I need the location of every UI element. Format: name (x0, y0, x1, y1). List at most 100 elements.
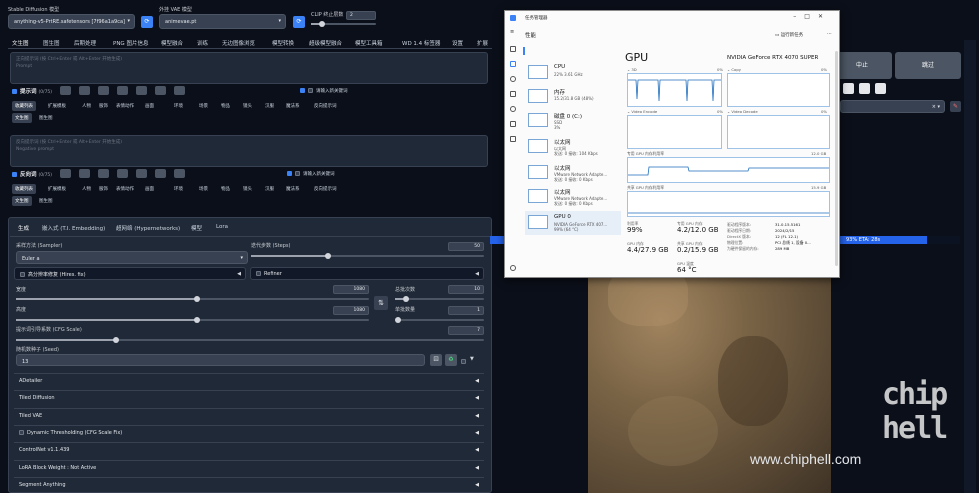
paste-button[interactable] (843, 83, 854, 94)
toolbar-button[interactable] (79, 86, 90, 95)
toolbar-button[interactable] (98, 86, 109, 95)
seed-input[interactable]: 13 (16, 354, 425, 366)
refiner-accordion[interactable]: Refiner ◀ (250, 267, 484, 280)
accordion-item[interactable]: Tiled VAE ◀ (14, 407, 484, 423)
toolbar-button[interactable] (136, 86, 147, 95)
random-seed-button[interactable]: ⚄ (430, 354, 442, 366)
height-input[interactable]: 1080 (333, 306, 369, 315)
main-tab[interactable]: 模型工具箱 (355, 39, 383, 47)
trash-button[interactable] (859, 83, 870, 94)
chip-tab[interactable]: 表情动作 (113, 101, 137, 111)
users-icon[interactable] (510, 106, 516, 112)
tm-resource-item[interactable]: 以太网 VMware Network Adapte... 发送: 0 接收: 0 K… (525, 185, 621, 209)
sub-chip-tab[interactable]: 图生图 (36, 113, 56, 123)
hires-accordion[interactable]: 高分辨率修复 (Hires. fix) ◀ (14, 267, 246, 280)
toolbar-button[interactable] (155, 86, 166, 95)
height-slider[interactable] (16, 317, 369, 323)
main-tab[interactable]: 扩展 (477, 39, 488, 47)
extra-seed-checkbox[interactable] (461, 358, 469, 365)
reuse-seed-button[interactable]: ♻ (445, 354, 457, 366)
accordion-item[interactable]: Segment Anything ◀ (14, 476, 484, 492)
prompt-toggle-checkbox[interactable] (12, 89, 17, 94)
history-icon[interactable] (510, 76, 516, 82)
accordion-item[interactable]: Tiled Diffusion ◀ (14, 390, 484, 406)
width-slider[interactable] (16, 296, 369, 302)
tm-resource-item[interactable]: CPU 22% 3.61 GHz (525, 61, 621, 85)
clip-slider[interactable] (311, 21, 376, 27)
sub-chip-tab[interactable]: 文生图 (12, 113, 32, 123)
batch-size-slider[interactable] (395, 317, 484, 323)
steps-slider-knob[interactable] (325, 253, 331, 259)
refresh-vae-button[interactable]: ⟳ (293, 16, 305, 28)
settings-icon[interactable] (510, 265, 516, 271)
toolbar-button[interactable] (174, 86, 185, 95)
main-tab[interactable]: 图生图 (43, 39, 60, 47)
steps-slider[interactable] (251, 253, 484, 259)
page-scrollbar[interactable] (964, 40, 976, 493)
minimize-icon[interactable]: – (793, 13, 804, 20)
batch-count-input[interactable]: 10 (448, 285, 484, 294)
styles-select[interactable]: × ▾ (840, 100, 945, 113)
edit-style-button[interactable]: ✎ (950, 101, 961, 112)
services-icon[interactable] (510, 136, 516, 142)
clip-value[interactable]: 2 (346, 11, 376, 20)
chip-tab[interactable]: 魔法系 (283, 101, 303, 111)
toolbar-button[interactable] (136, 169, 147, 178)
params-tab[interactable]: 模型 (191, 224, 202, 232)
refresh-model-button[interactable]: ⟳ (141, 16, 153, 28)
main-tab[interactable]: PNG 图片信息 (113, 39, 148, 47)
more-options-icon[interactable]: ⋯ (827, 31, 832, 37)
tm-resource-item[interactable]: 以太网 VMware Network Adapte... 发送: 0 接收: 0 K… (525, 161, 621, 185)
chip-tab[interactable]: 汉服 (262, 184, 277, 194)
main-tab[interactable]: 训练 (197, 39, 208, 47)
performance-icon[interactable] (510, 61, 516, 67)
params-tab[interactable]: 嵌入式 (T.I. Embedding) (42, 224, 105, 232)
toolbar-button[interactable] (174, 169, 185, 178)
addkey-checkbox[interactable] (287, 171, 292, 176)
tm-resource-item[interactable]: 内存 15.2/31.8 GB (48%) (525, 85, 621, 109)
toolbar-button[interactable] (155, 169, 166, 178)
clip-slider-knob[interactable] (319, 21, 325, 27)
refiner-checkbox[interactable] (256, 271, 261, 276)
chip-tab[interactable]: 人物 (79, 184, 94, 194)
chip-tab[interactable]: 人物 (79, 101, 94, 111)
chip-tab[interactable]: 收藏列表 (12, 184, 36, 194)
batch-count-slider-knob[interactable] (403, 296, 409, 302)
sub-chip-tab[interactable]: 图生图 (36, 196, 56, 206)
accordion-item[interactable]: ControlNet v1.1.439 ◀ (14, 442, 484, 458)
chip-tab[interactable]: 收藏列表 (12, 101, 36, 111)
addkey-checkbox-2[interactable] (295, 171, 300, 176)
params-tab[interactable]: Lora (216, 224, 228, 230)
chip-tab[interactable]: 环境 (171, 184, 186, 194)
tm-scrollbar[interactable] (835, 51, 838, 266)
swap-dimensions-button[interactable]: ⇅ (374, 296, 388, 310)
chip-tab[interactable]: 表情动作 (113, 184, 137, 194)
main-tab[interactable]: 超级模型融合 (309, 39, 342, 47)
toolbar-button[interactable] (60, 86, 71, 95)
chip-tab[interactable]: 场景 (196, 184, 211, 194)
startup-icon[interactable] (510, 91, 516, 97)
chip-tab[interactable]: 物品 (218, 184, 233, 194)
tm-resource-item[interactable]: 以太网 以太网 发送: 0 接收: 104 Kbps (525, 135, 621, 159)
addkey-checkbox-2[interactable] (308, 88, 313, 93)
chip-tab[interactable]: 镜头 (240, 101, 255, 111)
chip-tab[interactable]: 反向提示词 (311, 101, 340, 111)
chip-tab[interactable]: 服饰 (96, 184, 111, 194)
accordion-item[interactable]: LoRA Block Weight : Not Active ◀ (14, 459, 484, 475)
tm-resource-item[interactable]: GPU 0 NVIDIA GeForce RTX 407... 99% (64 °C… (525, 211, 621, 235)
toolbar-button[interactable] (117, 169, 128, 178)
batch-size-input[interactable]: 1 (448, 306, 484, 315)
chip-tab[interactable]: 魔法系 (283, 184, 303, 194)
main-tab[interactable]: 文生图 (12, 39, 29, 47)
chip-tab[interactable]: 场景 (196, 101, 211, 111)
chip-tab[interactable]: 服饰 (96, 101, 111, 111)
chip-tab[interactable]: 物品 (218, 101, 233, 111)
interrupt-button[interactable]: 中止 (832, 52, 892, 79)
main-tab[interactable]: 模型转换 (272, 39, 294, 47)
chip-tab[interactable]: 反向提示词 (311, 184, 340, 194)
chip-tab[interactable]: 镜头 (240, 184, 255, 194)
cfg-input[interactable]: 7 (448, 326, 484, 335)
accordion-item[interactable]: ADetailer ◀ (14, 373, 484, 388)
toolbar-button[interactable] (60, 169, 71, 178)
accordion-checkbox[interactable] (19, 429, 24, 435)
